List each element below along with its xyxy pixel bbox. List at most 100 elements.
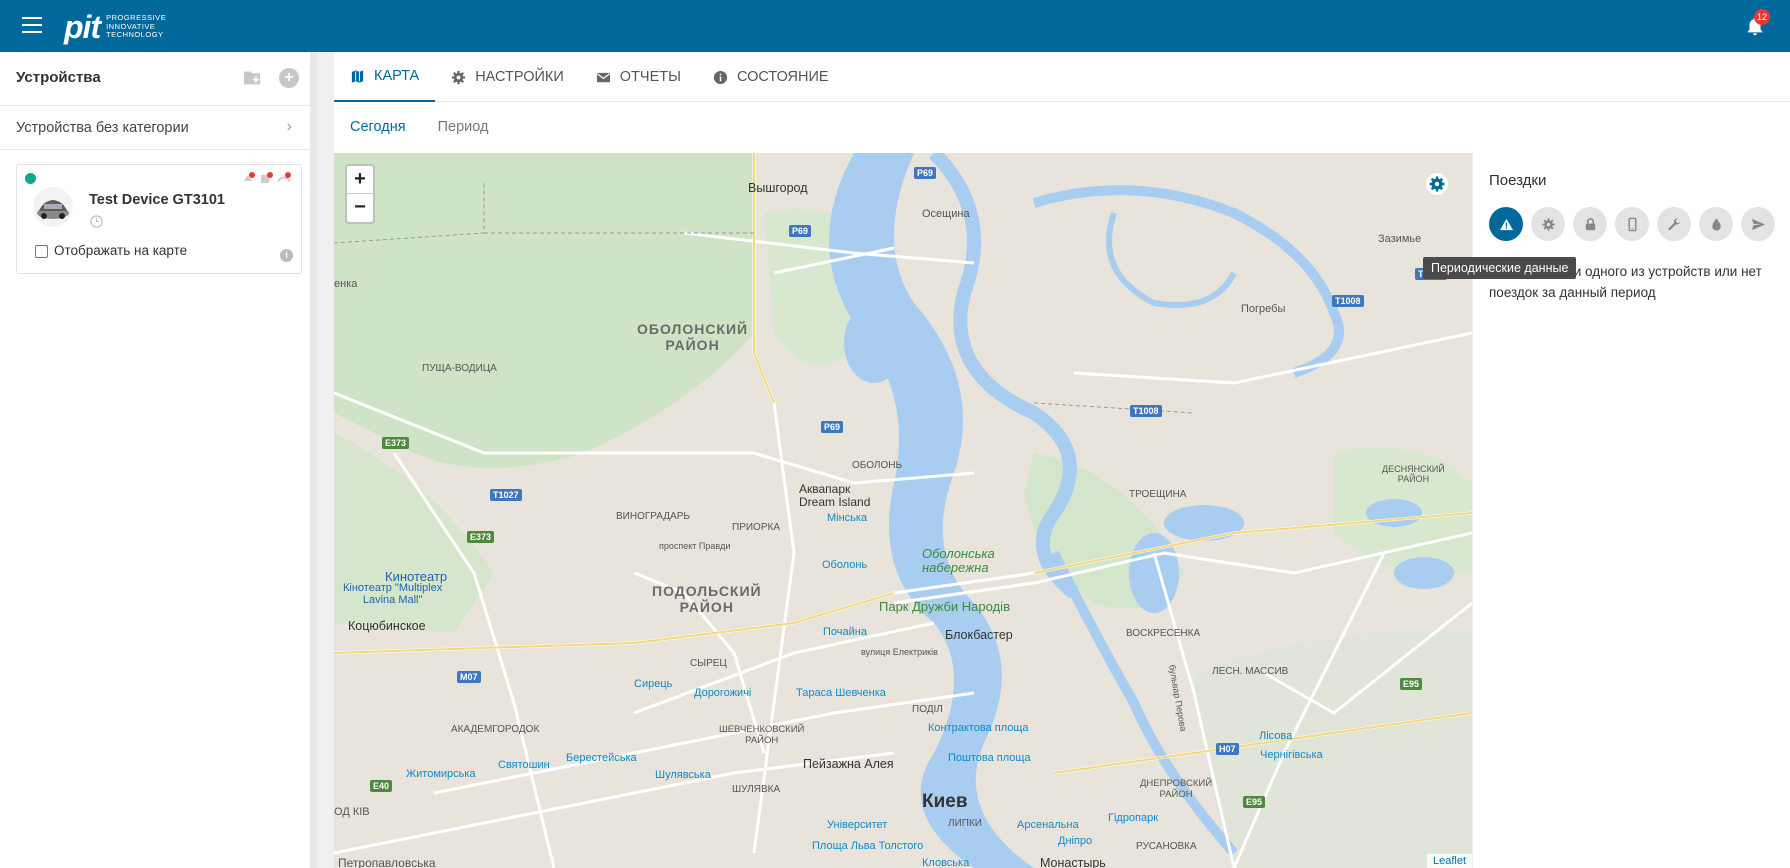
device-card[interactable]: Test Device GT3101 Отображать на карте i xyxy=(16,164,302,274)
info-icon xyxy=(713,70,728,84)
periodic-data-button[interactable] xyxy=(1489,207,1523,241)
road-shield: Е40 xyxy=(370,780,393,792)
map-label: Університет xyxy=(827,819,888,831)
notification-badge: 12 xyxy=(1754,9,1770,25)
zoom-in-button[interactable]: + xyxy=(347,166,373,194)
map-label: ЛЕСН. МАССИВ xyxy=(1212,666,1289,677)
map-label: Вышгород xyxy=(748,181,808,195)
map-label: Монастырь xyxy=(1040,856,1106,868)
map-label: Зазимье xyxy=(1378,233,1422,245)
road-shield: Т1008 xyxy=(1130,405,1162,417)
device-name: Test Device GT3101 xyxy=(89,192,225,208)
logo[interactable]: pit PROGRESSIVE INNOVATIVE TECHNOLOGY xyxy=(64,9,166,45)
tab-reports[interactable]: ОТЧЕТЫ xyxy=(580,52,697,102)
map-label: ТРОЕЩИНА xyxy=(1129,489,1187,500)
add-device-button[interactable]: + xyxy=(279,68,299,88)
map-label: Тараса Шевченка xyxy=(796,687,886,699)
map-label: Дніпро xyxy=(1058,835,1093,847)
zoom-control: + − xyxy=(345,164,375,224)
map-label: Сирець xyxy=(634,678,673,690)
map-label: Дорогожичі xyxy=(694,687,752,699)
map-label: Шулявська xyxy=(655,769,711,781)
device-status-dot xyxy=(25,173,36,184)
add-folder-icon[interactable] xyxy=(242,70,262,86)
map-label: Парк Дружби Народів xyxy=(879,599,1010,614)
map-label: Кловська xyxy=(922,857,970,868)
road-shield: Е373 xyxy=(467,531,495,543)
period-tabs: Сегодня Период xyxy=(334,102,1790,152)
send-icon xyxy=(1751,218,1765,230)
subtab-period[interactable]: Период xyxy=(422,102,505,152)
road-shield: Р69 xyxy=(821,421,844,433)
map-label: ПОДОЛЬСКИЙ РАЙОН xyxy=(652,583,762,615)
map-label: Площа Льва Толстого xyxy=(812,840,924,852)
service-filter-button[interactable] xyxy=(1657,207,1691,241)
map-label: Чернігівська xyxy=(1260,749,1323,761)
tab-label: КАРТА xyxy=(374,68,420,84)
road-shield: Т1008 xyxy=(1332,295,1364,307)
map-icon xyxy=(351,69,364,83)
map-label: Поштова площа xyxy=(948,752,1031,764)
zoom-out-button[interactable]: − xyxy=(347,194,373,222)
map-label: ОБОЛОНСКИЙ РАЙОН xyxy=(637,321,749,353)
map-settings-gear-icon[interactable] xyxy=(1426,173,1448,195)
map-label: ОБОЛОНЬ xyxy=(852,460,903,471)
map-label: Осещина xyxy=(922,208,970,220)
road-shield: Е95 xyxy=(1243,796,1266,808)
map-label: ЛИПКИ xyxy=(948,818,982,829)
road-shield: Т1027 xyxy=(490,489,522,501)
logo-mark: pit xyxy=(64,9,101,45)
phone-filter-button[interactable] xyxy=(1615,207,1649,241)
road-shield: Р69 xyxy=(914,167,937,179)
road-shield: М07 xyxy=(457,671,481,683)
map-label: Контрактова площа xyxy=(928,722,1029,734)
devices-sidebar: Устройства + Устройства без категории › … xyxy=(0,52,318,868)
tab-status[interactable]: СОСТОЯНИЕ xyxy=(697,52,845,102)
map-view[interactable]: Вышгород Осещина Зазимье Погребы ОБОЛОНС… xyxy=(334,153,1472,868)
phone-icon xyxy=(1628,217,1636,231)
map-label: Оболонь xyxy=(822,559,868,571)
show-on-map-checkbox[interactable] xyxy=(35,245,48,258)
map-label: Киев xyxy=(922,791,968,812)
lock-filter-button[interactable] xyxy=(1573,207,1607,241)
show-on-map-label[interactable]: Отображать на карте xyxy=(54,243,187,258)
sidebar-header: Устройства + xyxy=(0,52,310,106)
tab-map[interactable]: КАРТА xyxy=(334,52,436,102)
mail-icon xyxy=(596,72,610,82)
clock-icon xyxy=(90,215,103,228)
main-tabs: КАРТА НАСТРОЙКИ ОТЧЕТЫ СОСТОЯНИЕ xyxy=(334,52,1790,102)
map-label: Берестейська xyxy=(566,752,637,764)
lock-icon xyxy=(1585,217,1595,230)
leaflet-attribution[interactable]: Leaflet xyxy=(1426,854,1472,868)
map-label: Пейзажна Алея xyxy=(803,757,894,771)
subtab-today[interactable]: Сегодня xyxy=(334,102,422,152)
map-label: ВИНОГРАДАРЬ xyxy=(616,511,690,522)
map-label: ПОДІЛ xyxy=(912,704,943,715)
map-label: ШУЛЯВКА xyxy=(732,784,781,795)
fuel-filter-button[interactable] xyxy=(1699,207,1733,241)
map-label: Почайна xyxy=(823,626,867,638)
map-label: ВОСКРЕСЕНКА xyxy=(1126,628,1201,639)
tab-label: НАСТРОЙКИ xyxy=(475,69,564,85)
trips-filter-toolbar xyxy=(1489,207,1775,241)
top-bar: pit PROGRESSIVE INNOVATIVE TECHNOLOGY 12 xyxy=(0,0,1790,52)
tab-label: ОТЧЕТЫ xyxy=(619,69,681,85)
map-label: СЫРЕЦ xyxy=(690,658,727,669)
info-icon[interactable]: i xyxy=(280,249,293,262)
logo-text-line: TECHNOLOGY xyxy=(106,30,164,40)
settings-filter-button[interactable] xyxy=(1531,207,1565,241)
logo-text: PROGRESSIVE INNOVATIVE TECHNOLOGY xyxy=(106,14,166,40)
map-label: ДНЕПРОВСКИЙ РАЙОН xyxy=(1140,778,1213,800)
send-filter-button[interactable] xyxy=(1741,207,1775,241)
category-item[interactable]: Устройства без категории › xyxy=(0,106,310,150)
tab-settings[interactable]: НАСТРОЙКИ xyxy=(435,52,580,102)
menu-icon[interactable] xyxy=(22,17,42,33)
chevron-right-icon: › xyxy=(286,118,292,135)
main-area: КАРТА НАСТРОЙКИ ОТЧЕТЫ СОСТОЯНИЕ Сегодня… xyxy=(334,52,1790,868)
map-label: Святошин xyxy=(498,759,550,771)
map-label: ДЕСНЯНСКИЙ РАЙОН xyxy=(1382,464,1445,484)
gear-icon xyxy=(1541,217,1555,231)
category-label: Устройства без категории xyxy=(16,120,189,136)
map-label: Арсенальна xyxy=(1017,819,1079,831)
map-label: проспект Правди xyxy=(659,541,731,551)
